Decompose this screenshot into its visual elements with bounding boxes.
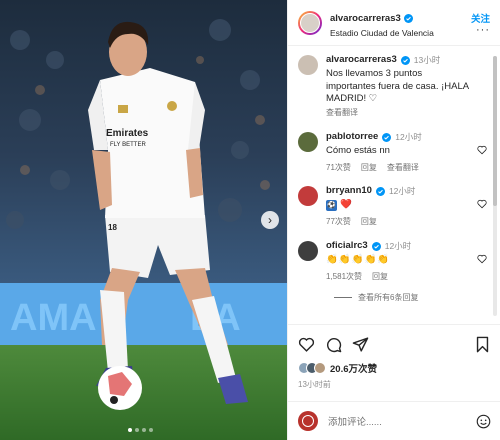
avatar[interactable]: [298, 132, 318, 153]
comment-text: Cómo estás nn: [326, 144, 390, 156]
verified-icon: [403, 14, 413, 23]
verified-icon: [400, 55, 410, 65]
carousel-dots: [128, 428, 153, 432]
next-arrow-icon[interactable]: ›: [261, 211, 279, 229]
author-avatar[interactable]: [298, 10, 322, 35]
comment-time: 12小时: [388, 186, 416, 197]
more-options-icon[interactable]: ···: [476, 24, 490, 36]
view-replies-link[interactable]: 查看所有6条回复: [334, 292, 491, 303]
comment-text: ❤️: [340, 199, 352, 211]
comment-likes[interactable]: 77次赞: [326, 217, 351, 228]
author-username-row[interactable]: alvarocarreras3: [330, 13, 413, 24]
caption-item: alvarocarreras3 13小时 Nos llevamos 3 punt…: [298, 54, 491, 119]
svg-text:AMA: AMA: [10, 297, 97, 339]
share-icon[interactable]: [352, 336, 369, 353]
list-item: brryann10 12小时 ⚽ ❤️ 77次赞 回复: [298, 185, 491, 227]
comment-time: 12小时: [384, 240, 412, 251]
list-item: oficialrc3 12小时 👏👏👏👏👏 1,581次赞 回复: [298, 240, 491, 282]
heart-icon[interactable]: [477, 145, 487, 155]
comment-input[interactable]: 添加评论......: [328, 414, 476, 428]
comment-username[interactable]: oficialrc3: [326, 240, 368, 253]
translate-link[interactable]: 查看翻译: [387, 163, 419, 174]
comment-username[interactable]: pablotorree: [326, 131, 378, 144]
comment-icon[interactable]: [325, 336, 342, 353]
emoji-icon[interactable]: [476, 414, 491, 429]
translate-link[interactable]: 查看翻译: [326, 108, 358, 119]
comments-list: alvarocarreras3 13小时 Nos llevamos 3 punt…: [288, 47, 500, 323]
avatar[interactable]: [298, 55, 318, 75]
post-time: 13小时前: [298, 380, 331, 389]
verified-icon: [375, 187, 385, 197]
carousel-dot: [142, 428, 146, 432]
verified-icon: [382, 132, 392, 142]
comment-username[interactable]: brryann10: [326, 185, 372, 198]
carousel-dot: [149, 428, 153, 432]
reply-button[interactable]: 回复: [361, 163, 377, 174]
post-photo: AMA LA: [0, 0, 287, 440]
avatar[interactable]: [298, 240, 318, 261]
author-username[interactable]: alvarocarreras3: [330, 13, 401, 24]
replies-divider: [334, 297, 352, 299]
jersey-number: 18: [108, 223, 117, 232]
comment-likes[interactable]: 71次赞: [326, 163, 351, 174]
current-user-avatar: [298, 411, 318, 431]
jersey-sponsor-text: Emirates: [106, 128, 149, 139]
verified-icon: [371, 241, 381, 251]
reply-button[interactable]: 回复: [361, 217, 377, 228]
heart-icon[interactable]: [477, 199, 487, 209]
carousel-dot: [128, 428, 132, 432]
view-replies-text[interactable]: 查看所有6条回复: [358, 292, 418, 303]
post-header: alvarocarreras3 Estadio Ciudad de Valenc…: [288, 0, 500, 46]
post-location[interactable]: Estadio Ciudad de Valencia: [330, 28, 434, 38]
comment-text: 👏👏👏👏👏: [326, 253, 391, 265]
jersey-sponsor-line2: FLY BETTER: [110, 142, 146, 148]
list-item: pablotorree 12小时 Cómo estás nn 71次赞 回复 查…: [298, 131, 491, 173]
likes-count-row[interactable]: 20.6万次赞: [298, 361, 491, 375]
avatar[interactable]: [298, 186, 318, 207]
add-comment-bar: 添加评论......: [288, 401, 500, 440]
bookmark-icon[interactable]: [474, 336, 491, 353]
comment-time: 12小时: [395, 131, 422, 142]
liker-avatars: [298, 362, 326, 374]
post-actions: 20.6万次赞 13小时前: [288, 324, 500, 390]
comment-username[interactable]: alvarocarreras3: [326, 54, 397, 67]
player-image: AMA LA: [0, 0, 287, 440]
ball-emoji-icon: ⚽: [326, 200, 337, 212]
likes-count[interactable]: 20.6万次赞: [330, 361, 377, 375]
comments-scrollbar[interactable]: [493, 56, 497, 316]
comment-likes[interactable]: 1,581次赞: [326, 272, 362, 283]
heart-icon[interactable]: [477, 254, 487, 264]
scrollbar-thumb[interactable]: [493, 56, 497, 206]
follow-button[interactable]: 关注: [471, 11, 490, 25]
reply-button[interactable]: 回复: [372, 272, 388, 283]
heart-icon[interactable]: [298, 336, 315, 353]
post-detail-panel: alvarocarreras3 Estadio Ciudad de Valenc…: [287, 0, 500, 440]
carousel-dot: [135, 428, 139, 432]
comment-time: 13小时: [413, 54, 441, 65]
caption-text: Nos llevamos 3 puntos importantes fuera …: [326, 67, 469, 105]
